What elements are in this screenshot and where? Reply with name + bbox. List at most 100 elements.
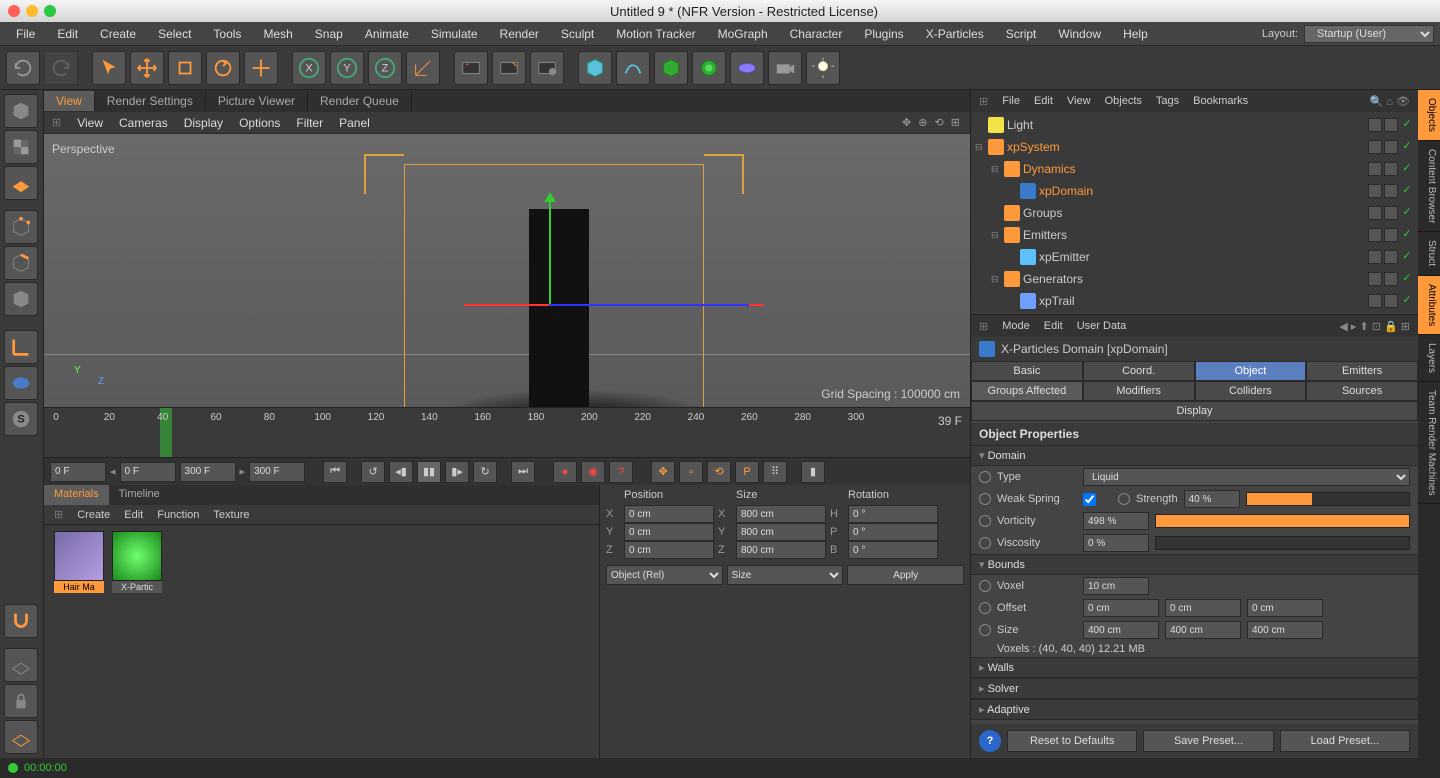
prev-key-button[interactable]: ↺ — [361, 461, 385, 483]
texture-mode-button[interactable] — [4, 130, 38, 164]
live-select-tool[interactable] — [92, 51, 126, 85]
size-x-field[interactable] — [1083, 621, 1159, 639]
record-button[interactable]: ● — [553, 461, 577, 483]
viewport-solo-button[interactable] — [4, 366, 38, 400]
next-frame-button[interactable]: ▮▸ — [445, 461, 469, 483]
scale-tool[interactable] — [168, 51, 202, 85]
attr-tab[interactable]: Colliders — [1195, 381, 1307, 401]
rtab-attributes[interactable]: Attributes — [1418, 276, 1440, 335]
pos-field[interactable] — [624, 523, 714, 541]
rot-field[interactable] — [848, 523, 938, 541]
light-button[interactable] — [806, 51, 840, 85]
menu-tools[interactable]: Tools — [203, 23, 251, 45]
coordinate-system-button[interactable] — [406, 51, 440, 85]
tab-materials[interactable]: Materials — [44, 485, 109, 505]
size-field[interactable] — [736, 541, 826, 559]
rtab-team-render[interactable]: Team Render Machines — [1418, 382, 1440, 505]
environment-button[interactable] — [730, 51, 764, 85]
key-position-button[interactable]: ✥ — [651, 461, 675, 483]
viewport-menu-options[interactable]: Options — [239, 116, 280, 130]
pause-button[interactable]: ▮▮ — [417, 461, 441, 483]
attr-nav-icons[interactable]: ◀ ▸ ⬆ ⊡ 🔒 ⊞ — [1339, 320, 1410, 333]
tree-item[interactable]: xpDomain✓ — [971, 180, 1418, 202]
menu-plugins[interactable]: Plugins — [854, 23, 913, 45]
mat-menu-edit[interactable]: Edit — [124, 509, 143, 521]
menu-help[interactable]: Help — [1113, 23, 1158, 45]
keyframe-help-button[interactable]: ? — [609, 461, 633, 483]
generator-button[interactable] — [654, 51, 688, 85]
range-a-field[interactable] — [120, 462, 176, 482]
coord-size-select[interactable]: Size — [727, 565, 844, 585]
menu-character[interactable]: Character — [780, 23, 853, 45]
size-field[interactable] — [736, 505, 826, 523]
points-mode-button[interactable] — [4, 210, 38, 244]
viewport-menu-display[interactable]: Display — [184, 116, 223, 130]
viscosity-slider[interactable] — [1155, 536, 1410, 550]
rtab-content-browser[interactable]: Content Browser — [1418, 141, 1440, 232]
tab-view[interactable]: View — [44, 91, 95, 111]
spline-button[interactable] — [616, 51, 650, 85]
attr-tab[interactable]: Emitters — [1306, 361, 1418, 381]
rot-field[interactable] — [848, 505, 938, 523]
timeline-marker-button[interactable]: ▮ — [801, 461, 825, 483]
menu-mesh[interactable]: Mesh — [253, 23, 302, 45]
floor-grid-icon[interactable] — [4, 648, 38, 682]
size-y-field[interactable] — [1165, 621, 1241, 639]
3d-viewport[interactable]: Perspective Y Z Grid Spacing : 100000 cm — [44, 134, 970, 407]
y-axis-lock[interactable]: Y — [330, 51, 364, 85]
viewport-menu-panel[interactable]: Panel — [339, 116, 370, 130]
timeline-ruler[interactable]: 0204060801001201401601802002202402602803… — [44, 408, 970, 457]
tab-render-queue[interactable]: Render Queue — [308, 91, 412, 111]
tree-item[interactable]: xpEmitter✓ — [971, 246, 1418, 268]
mat-menu-function[interactable]: Function — [157, 509, 199, 521]
weak-spring-checkbox[interactable] — [1083, 493, 1096, 506]
offset-x-field[interactable] — [1083, 599, 1159, 617]
tree-item[interactable]: ⊟Generators✓ — [971, 268, 1418, 290]
size-z-field[interactable] — [1247, 621, 1323, 639]
render-pv-button[interactable] — [492, 51, 526, 85]
material-swatch[interactable]: X-Partic — [112, 531, 162, 752]
range-b-field[interactable] — [180, 462, 236, 482]
vorticity-field[interactable] — [1083, 512, 1149, 530]
snap-button[interactable]: S — [4, 402, 38, 436]
attr-tab[interactable]: Modifiers — [1083, 381, 1195, 401]
menu-sculpt[interactable]: Sculpt — [551, 23, 604, 45]
rtab-layers[interactable]: Layers — [1418, 335, 1440, 382]
section-adaptive[interactable]: Adaptive — [971, 699, 1418, 720]
load-preset-button[interactable]: Load Preset... — [1280, 730, 1410, 752]
pos-field[interactable] — [624, 505, 714, 523]
workplane-button[interactable] — [4, 166, 38, 200]
model-mode-button[interactable] — [4, 94, 38, 128]
om-menu-objects[interactable]: Objects — [1105, 95, 1142, 108]
rot-field[interactable] — [848, 541, 938, 559]
rtab-objects[interactable]: Objects — [1418, 90, 1440, 141]
render-settings-button[interactable] — [530, 51, 564, 85]
edges-mode-button[interactable] — [4, 246, 38, 280]
menu-render[interactable]: Render — [490, 23, 549, 45]
menu-simulate[interactable]: Simulate — [421, 23, 488, 45]
size-field[interactable] — [736, 523, 826, 541]
attr-menu-userdata[interactable]: User Data — [1077, 320, 1127, 333]
attr-tab[interactable]: Sources — [1306, 381, 1418, 401]
attr-tab[interactable]: Object — [1195, 361, 1307, 381]
menu-edit[interactable]: Edit — [47, 23, 88, 45]
om-menu-view[interactable]: View — [1067, 95, 1091, 108]
coord-apply-button[interactable]: Apply — [847, 565, 964, 585]
prev-frame-button[interactable]: ◂▮ — [389, 461, 413, 483]
section-walls[interactable]: Walls — [971, 657, 1418, 678]
pos-field[interactable] — [624, 541, 714, 559]
close-window-button[interactable] — [8, 5, 20, 17]
attr-tab[interactable]: Coord. — [1083, 361, 1195, 381]
attr-menu-mode[interactable]: Mode — [1002, 320, 1030, 333]
menu-window[interactable]: Window — [1048, 23, 1111, 45]
locked-workplane-icon[interactable] — [4, 684, 38, 718]
tree-item[interactable]: ⊟Emitters✓ — [971, 224, 1418, 246]
next-key-button[interactable]: ↻ — [473, 461, 497, 483]
vorticity-slider[interactable] — [1155, 514, 1410, 528]
mat-menu-create[interactable]: Create — [77, 509, 110, 521]
menu-motion-tracker[interactable]: Motion Tracker — [606, 23, 705, 45]
viewport-nav-icons[interactable]: ✥ ⊕ ⟲ ⊞ — [902, 116, 962, 129]
om-menu-bookmarks[interactable]: Bookmarks — [1193, 95, 1248, 108]
strength-field[interactable] — [1184, 490, 1240, 508]
menu-file[interactable]: File — [6, 23, 45, 45]
